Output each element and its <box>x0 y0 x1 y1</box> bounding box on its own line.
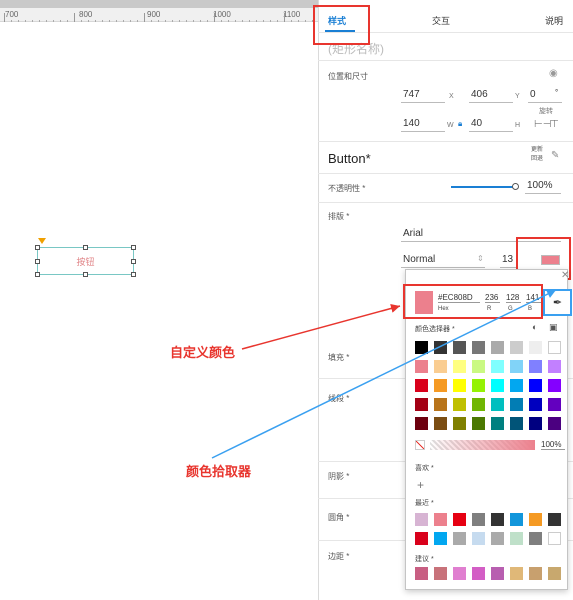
arrow-eyedropper <box>211 289 557 459</box>
arrow-custom-color <box>241 304 401 350</box>
annotation-arrows <box>211 289 557 459</box>
